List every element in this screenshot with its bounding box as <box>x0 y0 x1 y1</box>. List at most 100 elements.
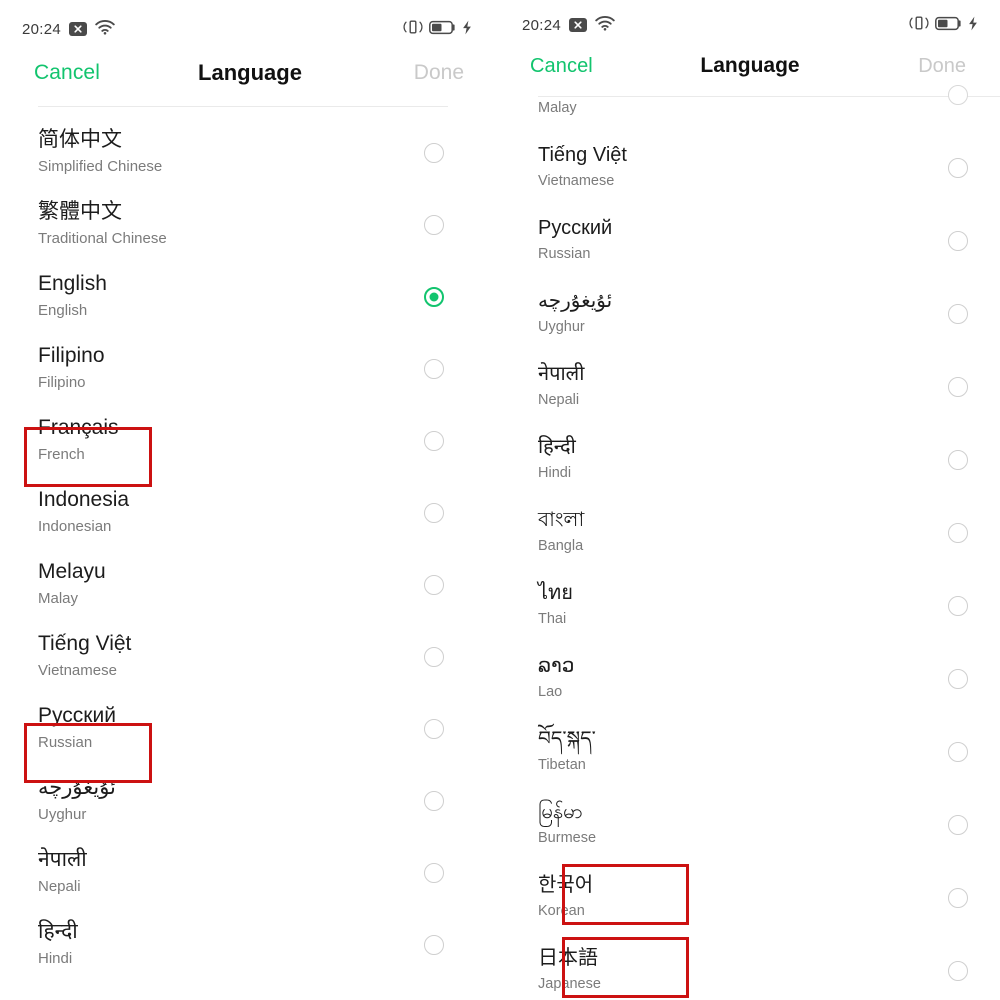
language-row-texts: Français French <box>38 416 119 465</box>
close-glyph <box>74 25 82 33</box>
radio-button[interactable] <box>948 887 968 908</box>
language-row-nepali[interactable]: नेपाली Nepali <box>0 837 500 909</box>
status-bar-right <box>909 15 978 35</box>
radio-button[interactable] <box>424 647 444 667</box>
language-native-name: ລາວ <box>538 654 575 677</box>
language-row-thai[interactable]: ไทย Thai <box>500 569 1000 642</box>
language-row-texts: 한국어 Korean <box>538 874 593 921</box>
language-row-vietnamese[interactable]: Tiếng Việt Vietnamese <box>0 621 500 693</box>
language-row-texts: Indonesia Indonesian <box>38 488 129 537</box>
language-row-english[interactable]: English English <box>0 261 500 333</box>
language-row-lao[interactable]: ລາວ Lao <box>500 642 1000 715</box>
language-native-name: ئۇيغۇرچە <box>38 776 116 800</box>
status-bar: 20:24 <box>0 14 500 44</box>
language-row-texts: Русский Russian <box>538 217 612 264</box>
language-list[interactable]: 简体中文 Simplified Chinese 繁體中文 Traditional Ch… <box>0 107 500 981</box>
language-english-name: Nepali <box>538 391 580 408</box>
cancel-button[interactable]: Cancel <box>530 55 593 78</box>
radio-button[interactable] <box>948 376 968 397</box>
app-badge-icon <box>569 18 588 32</box>
language-native-name: Français <box>38 416 119 440</box>
language-english-name: French <box>38 446 85 464</box>
language-row-texts: Tiếng Việt Vietnamese <box>38 632 131 681</box>
radio-button[interactable] <box>948 303 968 324</box>
radio-button[interactable] <box>948 522 968 543</box>
language-english-name: Malay <box>38 590 79 608</box>
radio-button[interactable] <box>948 157 968 178</box>
language-english-name: Burmese <box>538 829 597 846</box>
language-row-texts: MelayuMalay <box>538 97 577 119</box>
radio-button[interactable] <box>948 668 968 689</box>
language-row-texts: Filipino Filipino <box>38 344 105 393</box>
language-english-name: Thai <box>538 610 567 627</box>
language-row-indonesian[interactable]: Indonesia Indonesian <box>0 477 500 549</box>
language-english-name: Bangla <box>538 537 584 554</box>
language-row-russian[interactable]: Русский Russian <box>500 204 1000 277</box>
radio-button[interactable] <box>424 863 444 883</box>
language-row-malay[interactable]: MelayuMalay <box>0 549 500 621</box>
language-english-name: English <box>38 302 88 320</box>
charging-bolt-icon <box>462 20 472 39</box>
language-english-name: Filipino <box>38 374 86 392</box>
language-list[interactable]: MelayuMalay Tiếng Việt Vietnamese Русский Ru… <box>500 85 1000 1000</box>
app-badge-icon <box>69 22 88 36</box>
language-english-name: Russian <box>538 245 591 262</box>
language-row-malay[interactable]: MelayuMalay <box>500 85 1000 131</box>
radio-button[interactable] <box>424 935 444 955</box>
radio-button[interactable] <box>424 719 444 739</box>
language-row-japanese[interactable]: 日本語 Japanese <box>500 934 1000 1000</box>
nav-bar: Cancel Language Done <box>500 40 1000 92</box>
language-row-filipino[interactable]: Filipino Filipino <box>0 333 500 405</box>
language-row-korean[interactable]: 한국어 Korean <box>500 861 1000 934</box>
language-row-french[interactable]: Français French <box>0 405 500 477</box>
language-row-tibetan[interactable]: བོད་སྐད་ Tibetan <box>500 715 1000 788</box>
radio-button[interactable] <box>424 575 444 595</box>
language-english-name: Korean <box>538 902 585 919</box>
radio-button-selected[interactable] <box>424 287 444 307</box>
language-row-burmese[interactable]: မြန်မာ Burmese <box>500 788 1000 861</box>
language-row-traditional-chinese[interactable]: 繁體中文 Traditional Chinese <box>0 189 500 261</box>
battery-icon <box>429 20 456 39</box>
charging-bolt-icon <box>968 16 978 35</box>
radio-button[interactable] <box>948 230 968 251</box>
language-row-texts: မြန်မာ Burmese <box>538 801 596 848</box>
radio-button[interactable] <box>424 431 444 451</box>
done-button[interactable]: Done <box>918 55 966 78</box>
language-row-russian[interactable]: Русский Russian <box>0 693 500 765</box>
language-row-uyghur[interactable]: ئۇيغۇرچە Uyghur <box>0 765 500 837</box>
language-row-bangla[interactable]: বাংলা Bangla <box>500 496 1000 569</box>
language-row-vietnamese[interactable]: Tiếng Việt Vietnamese <box>500 131 1000 204</box>
language-row-texts: 简体中文 Simplified Chinese <box>38 128 162 177</box>
language-row-texts: ئۇيغۇرچە Uyghur <box>538 290 612 337</box>
radio-button[interactable] <box>948 449 968 470</box>
language-english-name: Vietnamese <box>38 662 117 680</box>
radio-button[interactable] <box>424 791 444 811</box>
language-english-name: Hindi <box>38 950 73 968</box>
language-row-nepali[interactable]: नेपाली Nepali <box>500 350 1000 423</box>
right-phone-panel: 20:24 Cancel Language Done Malay Tiếng V… <box>500 0 1000 1000</box>
language-row-uyghur[interactable]: ئۇيغۇرچە Uyghur <box>500 277 1000 350</box>
status-bar: 20:24 <box>500 10 1000 40</box>
language-native-name: ไทย <box>538 581 573 604</box>
language-native-name: বাংলা <box>538 508 585 531</box>
radio-button[interactable] <box>424 215 444 235</box>
language-row-texts: বাংলা Bangla <box>538 509 584 556</box>
radio-button[interactable] <box>948 814 968 835</box>
radio-button[interactable] <box>948 960 968 981</box>
radio-button[interactable] <box>424 143 444 163</box>
radio-button[interactable] <box>424 503 444 523</box>
language-row-hindi[interactable]: हिन्दी Hindi <box>0 909 500 981</box>
radio-button[interactable] <box>948 85 968 105</box>
language-row-texts: MelayuMalay <box>38 560 106 609</box>
wifi-icon <box>95 19 115 39</box>
language-row-hindi[interactable]: हिन्दी Hindi <box>500 423 1000 496</box>
language-row-texts: Tiếng Việt Vietnamese <box>538 144 627 191</box>
done-button[interactable]: Done <box>414 61 464 85</box>
vibrate-icon <box>909 15 929 35</box>
radio-button[interactable] <box>948 741 968 762</box>
radio-button[interactable] <box>424 359 444 379</box>
language-native-name: 繁體中文 <box>38 200 122 224</box>
cancel-button[interactable]: Cancel <box>34 61 100 85</box>
language-row-simplified-chinese[interactable]: 简体中文 Simplified Chinese <box>0 117 500 189</box>
radio-button[interactable] <box>948 595 968 616</box>
